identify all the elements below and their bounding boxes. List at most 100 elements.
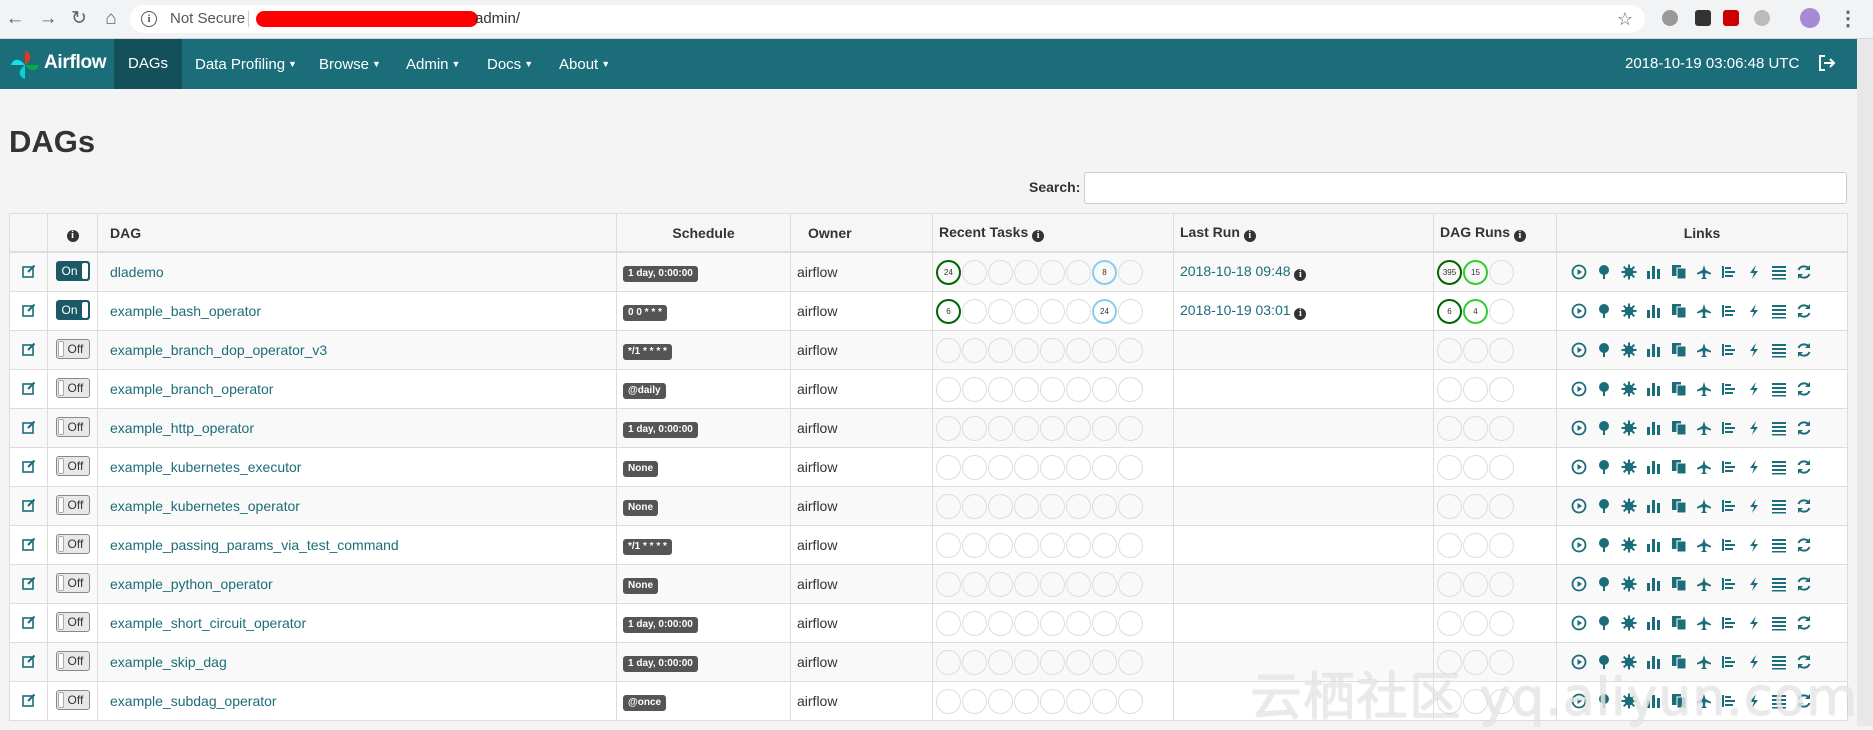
landing-times-icon[interactable] — [1696, 342, 1712, 358]
edit-dag-icon[interactable] — [21, 303, 36, 317]
dag-link[interactable]: example_python_operator — [110, 576, 273, 592]
trigger-dag-icon[interactable] — [1571, 342, 1587, 358]
refresh-icon[interactable] — [1796, 381, 1812, 397]
code-view-icon[interactable] — [1746, 264, 1762, 280]
code-view-icon[interactable] — [1746, 342, 1762, 358]
edit-dag-icon[interactable] — [21, 459, 36, 473]
task-duration-icon[interactable] — [1646, 615, 1662, 631]
task-state-circle[interactable] — [988, 571, 1013, 597]
code-view-icon[interactable] — [1746, 459, 1762, 475]
task-state-circle[interactable] — [988, 688, 1013, 714]
trigger-dag-icon[interactable] — [1571, 381, 1587, 397]
task-state-circle[interactable] — [988, 454, 1013, 480]
logs-icon[interactable] — [1771, 381, 1787, 397]
trigger-dag-icon[interactable] — [1571, 303, 1587, 319]
dag-toggle[interactable]: Off — [55, 533, 90, 554]
task-duration-icon[interactable] — [1646, 420, 1662, 436]
gantt-icon[interactable] — [1721, 615, 1737, 631]
dag-run-circle[interactable] — [1489, 454, 1514, 480]
code-view-icon[interactable] — [1746, 420, 1762, 436]
dag-link[interactable]: example_short_circuit_operator — [110, 615, 306, 631]
dag-run-circle[interactable] — [1489, 376, 1514, 402]
tree-view-icon[interactable] — [1596, 342, 1612, 358]
dag-link[interactable]: example_skip_dag — [110, 654, 227, 670]
tree-view-icon[interactable] — [1596, 459, 1612, 475]
task-tries-icon[interactable] — [1671, 420, 1687, 436]
edit-dag-icon[interactable] — [21, 576, 36, 590]
dag-run-circle[interactable] — [1489, 493, 1514, 519]
task-state-circle[interactable] — [988, 532, 1013, 558]
task-state-circle[interactable] — [988, 649, 1013, 675]
task-tries-icon[interactable] — [1671, 537, 1687, 553]
dag-run-circle[interactable] — [1463, 493, 1488, 519]
task-state-circle[interactable] — [1092, 649, 1117, 675]
gantt-icon[interactable] — [1721, 342, 1737, 358]
info-icon[interactable]: i — [1032, 229, 1045, 242]
dag-link[interactable]: dlademo — [110, 264, 164, 280]
task-state-circle[interactable] — [1014, 415, 1039, 441]
task-state-circle[interactable] — [1014, 688, 1039, 714]
graph-view-icon[interactable] — [1621, 576, 1637, 592]
code-view-icon[interactable] — [1746, 615, 1762, 631]
logs-icon[interactable] — [1771, 264, 1787, 280]
reload-icon[interactable]: ↻ — [68, 8, 90, 30]
edit-dag-icon[interactable] — [21, 381, 36, 395]
dag-run-circle[interactable] — [1437, 571, 1462, 597]
edit-dag-icon[interactable] — [21, 498, 36, 512]
task-state-circle[interactable] — [1066, 610, 1091, 636]
task-state-circle[interactable] — [1040, 376, 1065, 402]
task-state-circle[interactable] — [1040, 415, 1065, 441]
code-view-icon[interactable] — [1746, 498, 1762, 514]
logs-icon[interactable] — [1771, 342, 1787, 358]
task-state-circle[interactable]: 24 — [936, 259, 961, 285]
task-duration-icon[interactable] — [1646, 459, 1662, 475]
browser-menu-icon[interactable]: ⋮ — [1838, 6, 1858, 31]
landing-times-icon[interactable] — [1696, 615, 1712, 631]
task-duration-icon[interactable] — [1646, 498, 1662, 514]
task-tries-icon[interactable] — [1671, 459, 1687, 475]
info-icon[interactable]: i — [1513, 229, 1526, 242]
bookmark-star-icon[interactable]: ☆ — [1617, 5, 1633, 33]
task-state-circle[interactable] — [962, 688, 987, 714]
info-icon[interactable]: i — [1243, 229, 1256, 242]
task-state-circle[interactable] — [1040, 688, 1065, 714]
dag-toggle[interactable]: Off — [55, 494, 90, 515]
dag-run-circle[interactable]: 6 — [1437, 298, 1462, 324]
task-state-circle[interactable] — [1014, 649, 1039, 675]
task-state-circle[interactable]: 24 — [1092, 298, 1117, 324]
site-info-icon[interactable]: i — [141, 11, 157, 27]
extension-circle-icon[interactable] — [1754, 10, 1770, 26]
landing-times-icon[interactable] — [1696, 420, 1712, 436]
logs-icon[interactable] — [1771, 459, 1787, 475]
task-state-circle[interactable] — [1066, 493, 1091, 519]
edit-dag-icon[interactable] — [21, 537, 36, 551]
task-state-circle[interactable] — [962, 337, 987, 363]
gantt-icon[interactable] — [1721, 498, 1737, 514]
task-state-circle[interactable] — [936, 532, 961, 558]
dag-toggle[interactable]: Off — [55, 572, 90, 593]
landing-times-icon[interactable] — [1696, 576, 1712, 592]
gantt-icon[interactable] — [1721, 537, 1737, 553]
task-state-circle[interactable] — [936, 415, 961, 441]
refresh-icon[interactable] — [1796, 615, 1812, 631]
landing-times-icon[interactable] — [1696, 498, 1712, 514]
nav-docs[interactable]: Docs ▼ — [473, 39, 547, 89]
task-state-circle[interactable] — [936, 610, 961, 636]
graph-view-icon[interactable] — [1621, 264, 1637, 280]
refresh-icon[interactable] — [1796, 342, 1812, 358]
task-state-circle[interactable] — [988, 493, 1013, 519]
task-state-circle[interactable] — [1092, 415, 1117, 441]
dag-run-circle[interactable] — [1463, 610, 1488, 636]
task-state-circle[interactable] — [1066, 337, 1091, 363]
landing-times-icon[interactable] — [1696, 264, 1712, 280]
header-dag[interactable]: DAG — [97, 213, 617, 253]
task-state-circle[interactable] — [1014, 454, 1039, 480]
task-state-circle[interactable] — [962, 610, 987, 636]
task-state-circle[interactable] — [1014, 337, 1039, 363]
gantt-icon[interactable] — [1721, 381, 1737, 397]
dag-run-circle[interactable] — [1437, 454, 1462, 480]
code-view-icon[interactable] — [1746, 537, 1762, 553]
task-duration-icon[interactable] — [1646, 342, 1662, 358]
task-state-circle[interactable] — [1040, 493, 1065, 519]
dag-link[interactable]: example_http_operator — [110, 420, 254, 436]
